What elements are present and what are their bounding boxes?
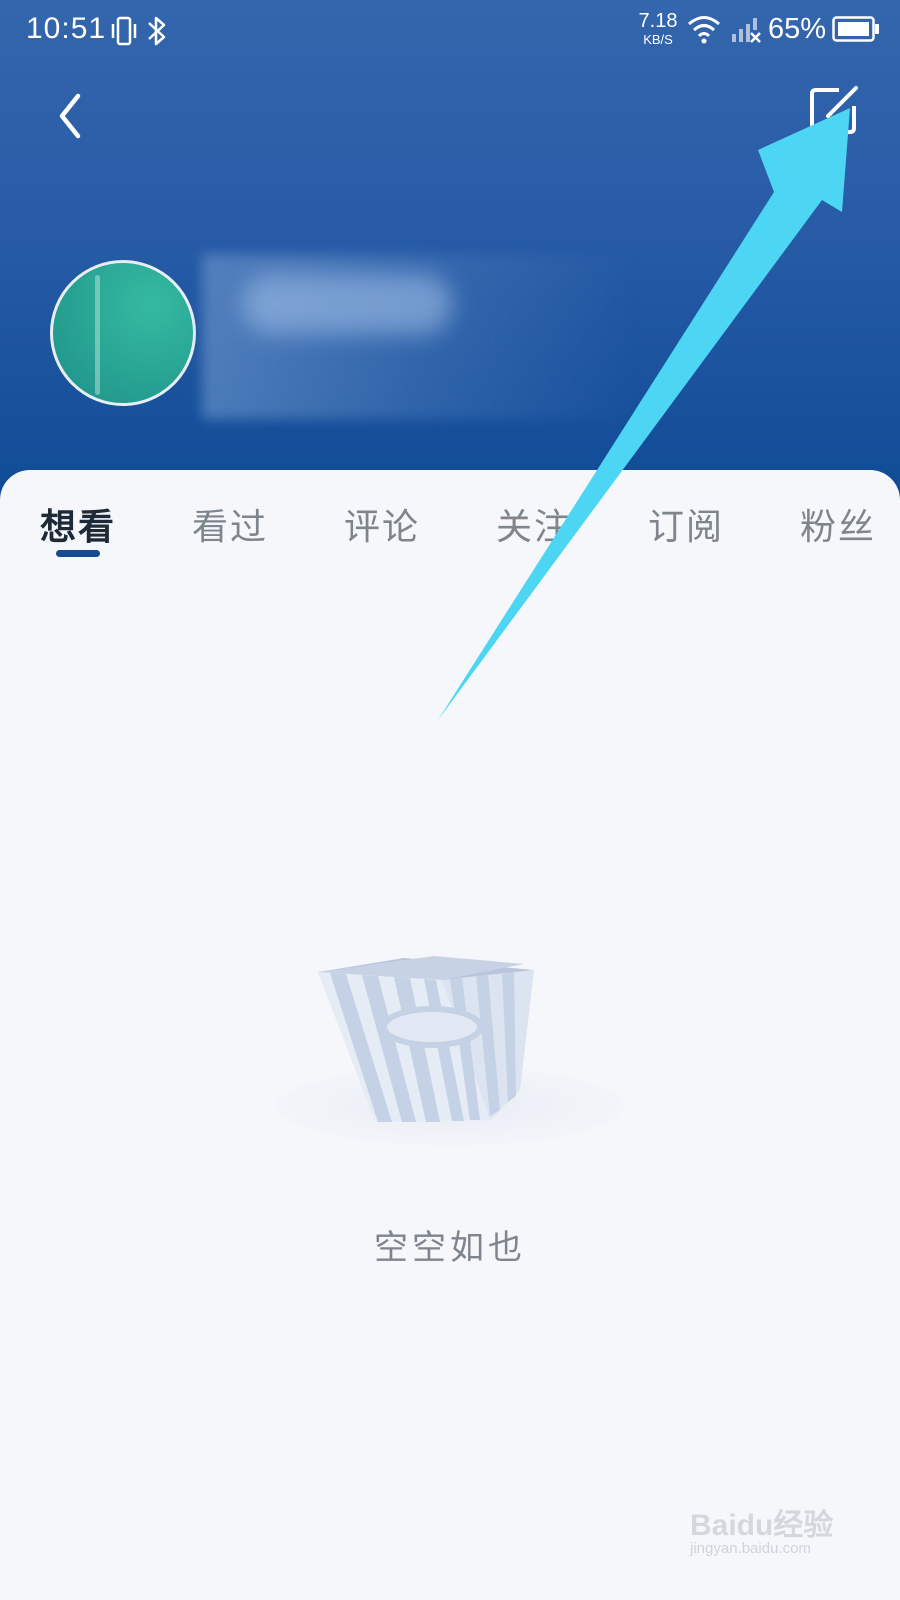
empty-state-text: 空空如也	[374, 1228, 526, 1268]
watermark-url: jingyan.baidu.com	[690, 1540, 811, 1557]
wifi-icon	[686, 14, 722, 48]
tab-following[interactable]: 关注	[496, 498, 572, 550]
edit-icon	[810, 86, 858, 134]
chevron-left-icon	[59, 93, 81, 139]
battery-icon	[832, 16, 880, 46]
tab-indicator	[56, 550, 100, 557]
profile-header: 10:51 7.18 KB/S 65%	[0, 0, 900, 520]
avatar[interactable]	[50, 260, 196, 406]
tab-subscriptions[interactable]: 订阅	[648, 498, 724, 550]
status-bar: 10:51 7.18 KB/S 65%	[0, 0, 900, 64]
network-speed-value: 7.18	[638, 10, 678, 32]
tab-comments[interactable]: 评论	[344, 498, 420, 550]
content-panel: 想看 看过 评论 关注 订阅 粉丝 空空如也	[0, 470, 900, 1600]
watermark-logo: Baidu经验 jingyan.baidu.com	[690, 1500, 880, 1590]
back-button[interactable]	[52, 86, 100, 146]
vibrate-icon	[110, 15, 138, 51]
network-speed: 7.18 KB/S	[636, 11, 680, 46]
status-time: 10:51	[26, 12, 107, 45]
app-root: 10:51 7.18 KB/S 65% 想看 看过 评论 关注 订阅 粉丝 空空…	[0, 0, 900, 1600]
tab-fans[interactable]: 粉丝	[800, 498, 876, 550]
battery-percent: 65%	[768, 13, 827, 45]
edit-profile-button[interactable]	[806, 84, 866, 144]
watermark-logo-text: Baidu经验	[690, 1509, 834, 1542]
network-speed-unit: KB/S	[643, 32, 673, 47]
popcorn-bucket-icon	[264, 930, 636, 1170]
username-blurred	[202, 254, 822, 419]
tab-want-to-watch[interactable]: 想看	[40, 498, 116, 550]
tab-bar: 想看 看过 评论 关注 订阅 粉丝	[0, 470, 900, 580]
bluetooth-icon	[146, 14, 168, 52]
cellular-icon	[730, 16, 762, 48]
tab-watched[interactable]: 看过	[192, 498, 268, 550]
